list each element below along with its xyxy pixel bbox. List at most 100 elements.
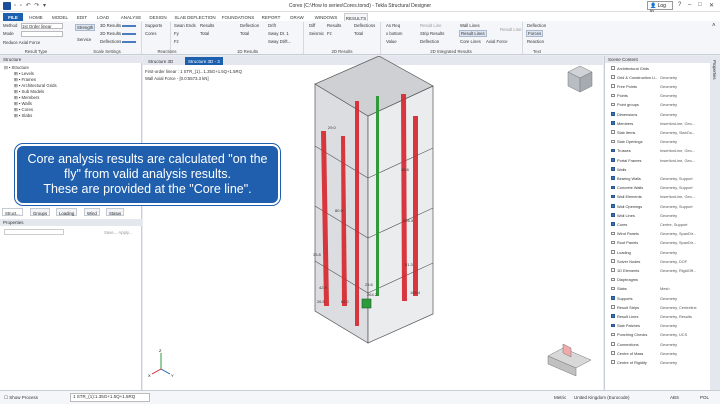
deflection-text-checkbox[interactable]: Deflection	[527, 23, 546, 28]
scene-item-checkbox[interactable]	[611, 93, 615, 98]
diff-button[interactable]: Diff	[309, 23, 315, 28]
scene-item[interactable]: Concrete Walls Geometry, Support	[605, 185, 711, 191]
scene-item[interactable]: Cores Centre, Support	[605, 221, 711, 227]
scene-item-checkbox[interactable]	[611, 240, 615, 245]
fy-button[interactable]: Fy	[174, 31, 179, 36]
scene-item[interactable]: Members InsertionLine, Geo...	[605, 120, 711, 126]
scene-item[interactable]: Dimensions Geometry	[605, 111, 711, 117]
close-icon[interactable]: ✕	[709, 2, 714, 9]
scene-item-checkbox[interactable]	[611, 102, 615, 107]
tab-home[interactable]: HOME	[26, 13, 46, 21]
scene-item[interactable]: Bearing Walls Geometry, Support	[605, 175, 711, 181]
reaction-checkbox[interactable]: Reaction	[527, 39, 544, 44]
scene-item-checkbox[interactable]	[611, 75, 615, 79]
3d-scale-slider[interactable]	[122, 25, 136, 27]
2d-results-button[interactable]: 2D Results	[100, 31, 121, 36]
scene-item[interactable]: Walls	[605, 166, 711, 172]
scene-item-checkbox[interactable]	[611, 158, 615, 162]
tab-slab-deflection[interactable]: SLAB DEFLECTION	[174, 13, 216, 21]
scene-item-checkbox[interactable]	[611, 323, 615, 328]
scene-item[interactable]: Wind Panels Geometry, SpanDir...	[605, 231, 711, 237]
wall-lines-button[interactable]: Wall Lines	[460, 23, 480, 28]
tab-groups[interactable]: Groups	[30, 208, 51, 216]
scene-item[interactable]: Wall Openings Geometry, Support	[605, 203, 711, 209]
tab-design[interactable]: DESIGN	[147, 13, 169, 21]
viewport-3d[interactable]: Structure 3D Structure 3D - 3 First-orde…	[143, 56, 603, 390]
2d-scale-slider[interactable]	[122, 33, 136, 35]
scene-item-checkbox[interactable]	[611, 66, 615, 70]
combination-select[interactable]: 1 STR_(1):1.35G+1.5Q+1.5RQ	[70, 393, 150, 402]
result-line-button[interactable]: Result Line	[420, 23, 442, 28]
tab-wind[interactable]: Wind	[84, 208, 100, 216]
total-2-button[interactable]: Total	[240, 31, 249, 36]
scene-item-checkbox[interactable]	[611, 360, 615, 364]
drift-button[interactable]: Drift	[268, 23, 276, 28]
scene-item-checkbox[interactable]	[611, 130, 615, 134]
scene-item-checkbox[interactable]	[611, 342, 615, 346]
scene-item-checkbox[interactable]	[611, 314, 615, 318]
reduce-axial-force-checkbox[interactable]: Reduce Axial Force	[3, 40, 40, 45]
scene-item-checkbox[interactable]	[611, 185, 615, 190]
scene-item[interactable]: Slab Items Geometry, SlabOu...	[605, 129, 711, 135]
scene-item-checkbox[interactable]	[611, 231, 615, 236]
tab-results[interactable]: RESULTS	[344, 13, 368, 21]
properties-save-apply[interactable]: Save... Apply...	[104, 230, 132, 235]
structure-model[interactable]: 29.0 40.8 80.9 226.3 33.8 42.9 51.3 25.6…	[143, 56, 603, 390]
swan-ends-button[interactable]: Swan Ends	[174, 23, 196, 28]
scene-item[interactable]: Architectural Grids	[605, 65, 711, 71]
scene-item[interactable]: Grid & Construction Li... Geometry	[605, 74, 711, 80]
deflection-scale-slider[interactable]	[122, 41, 136, 43]
scene-item[interactable]: Punching Checks Geometry, UCS	[605, 332, 711, 338]
core-lines-button[interactable]: Core Lines	[460, 39, 481, 44]
x-bottom-select[interactable]: x bottom	[386, 31, 402, 36]
scene-item[interactable]: Solver Nodes Geometry, DOF	[605, 258, 711, 264]
results-2d-button[interactable]: Results	[327, 23, 341, 28]
sway-drift-button[interactable]: Sway Drift...	[268, 39, 291, 44]
show-process-button[interactable]: ☐ Show Process	[4, 395, 38, 401]
tab-windows[interactable]: WINDOWS	[313, 13, 339, 21]
right-collapsed-sidebar[interactable]: Properties	[710, 56, 720, 390]
result-line-2-button[interactable]: Result Line	[500, 27, 522, 32]
deflections-2d-button[interactable]: Deflections	[354, 23, 375, 28]
scene-item-checkbox[interactable]	[611, 332, 615, 337]
deflections-button[interactable]: Deflections	[100, 39, 121, 44]
strength-button[interactable]: Strength	[75, 24, 96, 31]
tab-loading[interactable]: Loading	[56, 208, 78, 216]
properties-filter[interactable]	[4, 229, 64, 235]
scene-item-checkbox[interactable]	[611, 121, 615, 125]
tab-edit[interactable]: EDIT	[74, 13, 90, 21]
scene-item-checkbox[interactable]	[611, 351, 615, 355]
scene-item[interactable]: Points Geometry	[605, 93, 711, 99]
tab-model[interactable]: MODEL	[50, 13, 70, 21]
scene-item[interactable]: Trusses InsertionLine, Geo...	[605, 148, 711, 154]
results-button[interactable]: Results	[200, 23, 214, 28]
scene-item-checkbox[interactable]	[611, 268, 615, 272]
scene-item-checkbox[interactable]	[611, 176, 615, 180]
collapse-ribbon-icon[interactable]: ˄	[712, 23, 716, 29]
scene-item-checkbox[interactable]	[611, 139, 615, 144]
scene-item-checkbox[interactable]	[611, 277, 615, 282]
scene-item-checkbox[interactable]	[611, 259, 615, 263]
maximize-icon[interactable]: □	[698, 2, 702, 8]
supports-checkbox[interactable]: Supports	[145, 23, 162, 28]
tab-draw[interactable]: DRAW	[288, 13, 306, 21]
scene-item-checkbox[interactable]	[611, 194, 615, 199]
axial-force-select[interactable]: Axial Force	[486, 39, 508, 44]
service-button[interactable]: Service	[77, 37, 91, 42]
fx-button[interactable]: Fz	[327, 31, 332, 36]
scene-item[interactable]: Slabs Mesh	[605, 286, 711, 292]
scene-item-checkbox[interactable]	[611, 148, 615, 153]
scene-item-checkbox[interactable]	[611, 296, 615, 300]
tab-load[interactable]: LOAD	[95, 13, 111, 21]
3d-results-button[interactable]: 3D Results	[100, 23, 121, 28]
scene-item-checkbox[interactable]	[611, 112, 615, 116]
as-req-button[interactable]: As Req	[386, 23, 400, 28]
scene-item-checkbox[interactable]	[611, 213, 615, 217]
total-3-button[interactable]: Total	[354, 31, 363, 36]
mode-select[interactable]	[21, 31, 63, 37]
deflection-2-button[interactable]: Deflection	[420, 39, 439, 44]
tab-analyse[interactable]: ANALYSE	[119, 13, 143, 21]
scene-item[interactable]: Portal Frames InsertionLine, Geo...	[605, 157, 711, 163]
strip-results-button[interactable]: Strip Results	[420, 31, 444, 36]
scene-item[interactable]: 1D Elements Geometry, RigidOff...	[605, 267, 711, 273]
